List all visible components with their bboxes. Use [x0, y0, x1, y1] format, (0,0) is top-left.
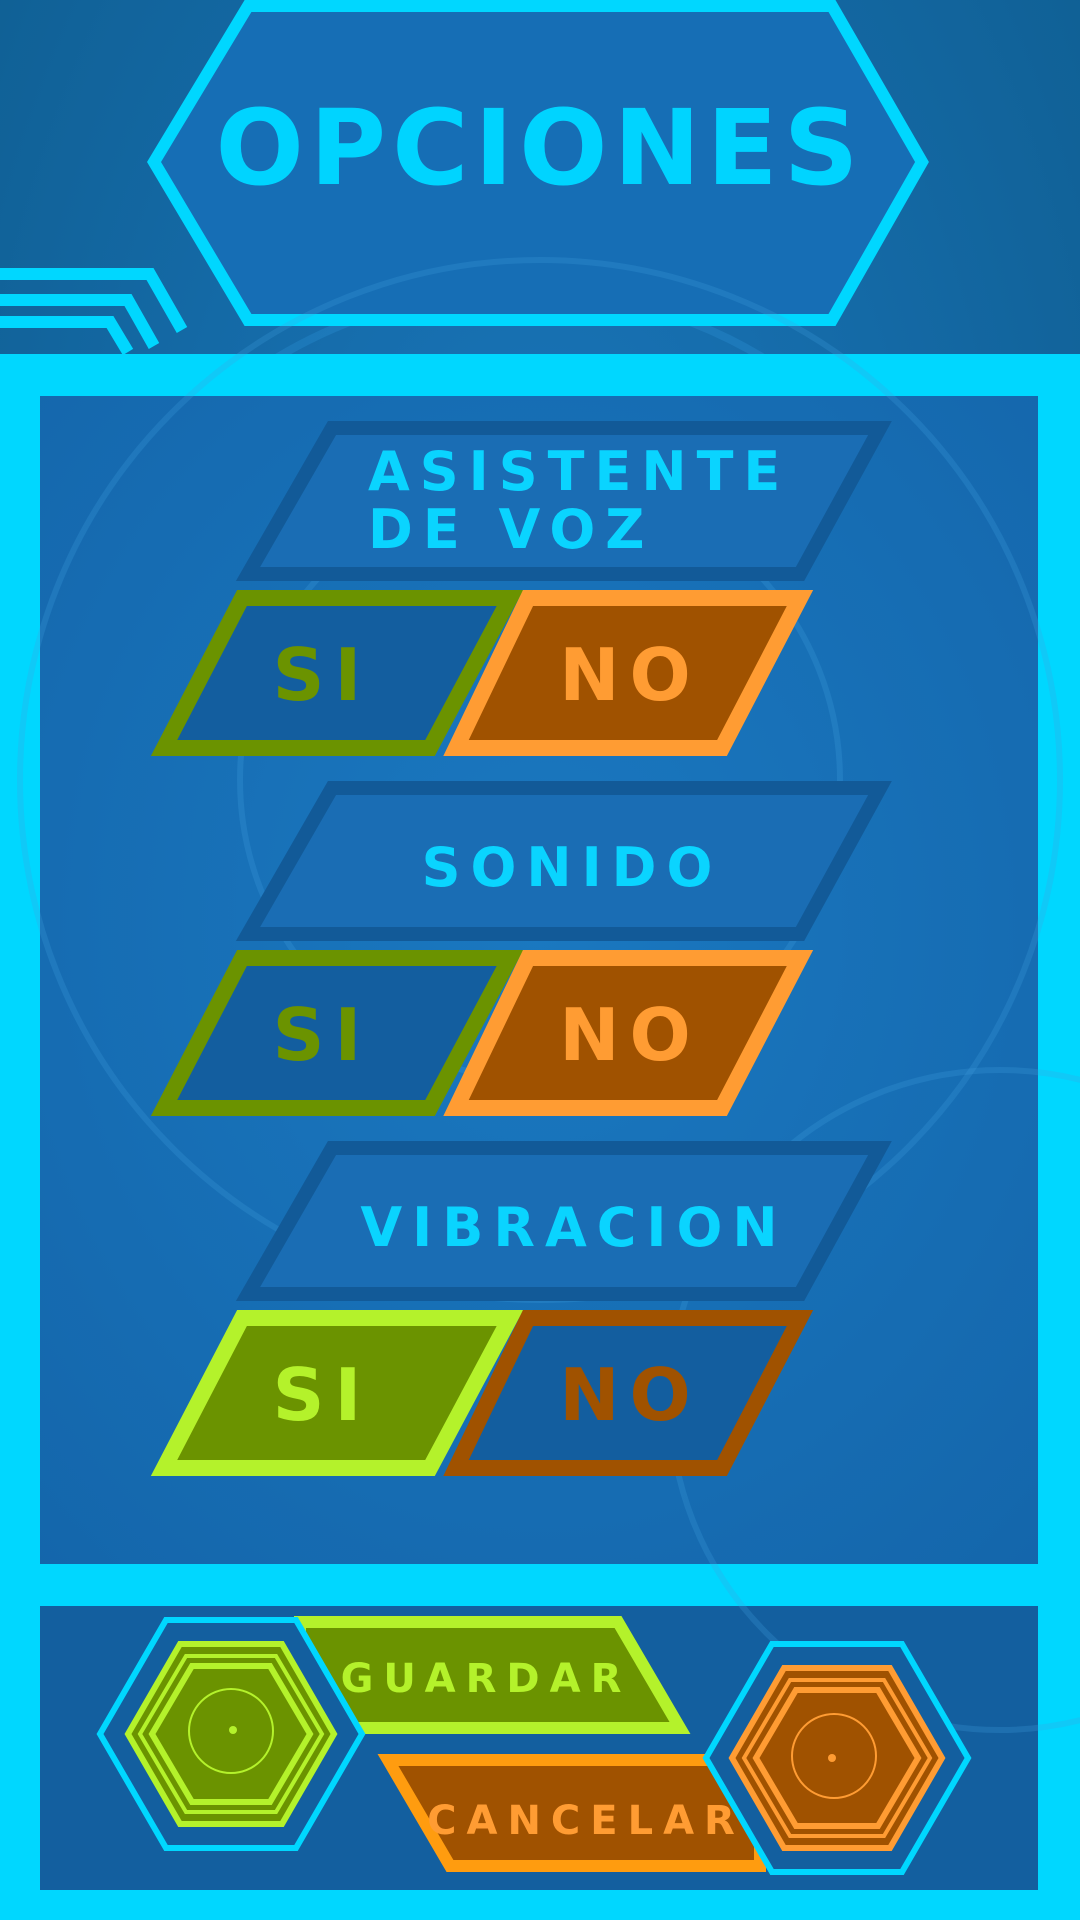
yes-button-label: SI	[273, 1353, 372, 1437]
page-title: OPCIONES	[215, 87, 864, 209]
option-label-line-1: ASISTENTE	[368, 440, 790, 503]
yes-button-label: SI	[273, 633, 372, 717]
cancel-button[interactable]: CANCELAR	[377, 1754, 766, 1872]
yes-button-label: SI	[273, 993, 372, 1077]
save-button[interactable]: GUARDAR	[294, 1616, 691, 1734]
no-button-label: NO	[559, 1353, 700, 1437]
no-button-label: NO	[559, 633, 700, 717]
option-label-line-2: DE VOZ	[368, 498, 654, 561]
option-label: VIBRACION	[360, 1196, 787, 1259]
title-banner: OPCIONES	[147, 0, 929, 326]
cancel-button-label: CANCELAR	[427, 1798, 745, 1844]
option-label: SONIDO	[422, 836, 723, 899]
save-button-label: GUARDAR	[341, 1656, 632, 1702]
no-button-label: NO	[559, 993, 700, 1077]
options-screen: OPCIONES ASISTENTE DE VOZ SI NO SONIDO S…	[0, 0, 1080, 1920]
